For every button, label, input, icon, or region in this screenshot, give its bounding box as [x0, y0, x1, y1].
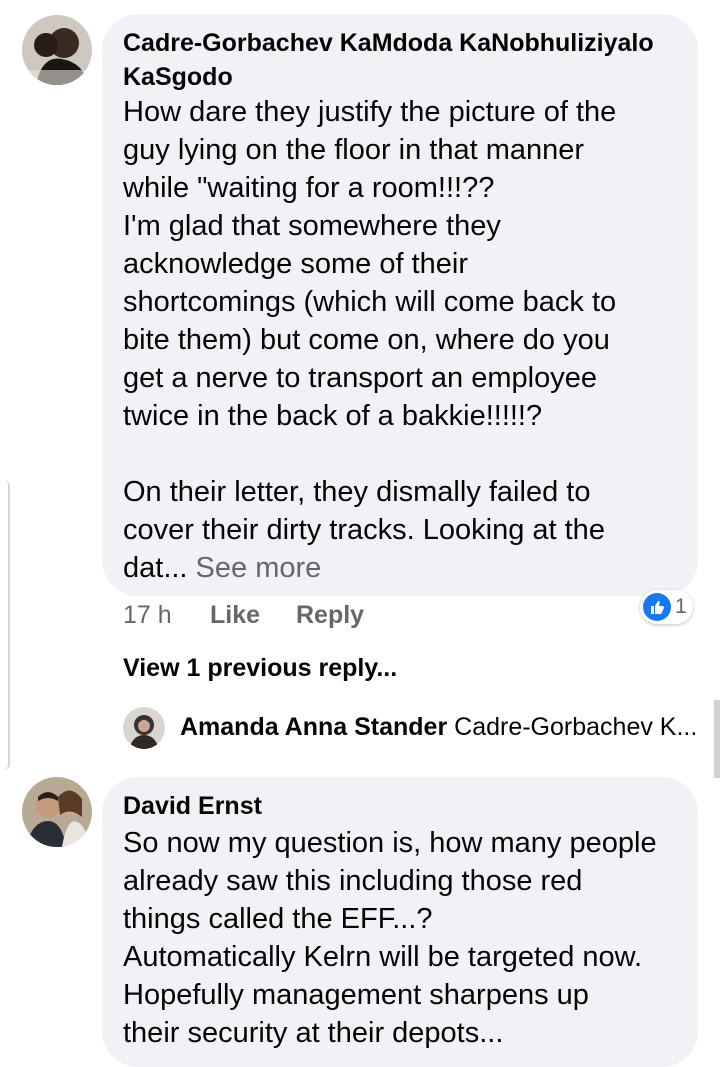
comment-timestamp[interactable]: 17 h	[123, 601, 172, 630]
scrollbar-edge[interactable]	[714, 700, 720, 778]
left-panel-edge	[0, 480, 10, 770]
reply-avatar[interactable]	[123, 707, 165, 749]
view-previous-replies-link[interactable]: View 1 previous reply...	[123, 654, 397, 683]
comment-text: So now my question is, how many people a…	[123, 827, 657, 1049]
comment-text: How dare they justify the picture of the…	[123, 93, 693, 587]
avatar[interactable]	[22, 15, 92, 85]
reply-author[interactable]: Amanda Anna Stander	[180, 713, 447, 741]
comment-author[interactable]: Cadre-Gorbachev KaMdoda KaNobhuliziyalo …	[123, 26, 693, 94]
like-button[interactable]: Like	[210, 601, 260, 630]
reply-preview[interactable]: Amanda Anna Stander Cadre-Gorbachev K...	[180, 713, 697, 742]
reply-text: Cadre-Gorbachev K...	[454, 713, 698, 741]
reaction-count-badge[interactable]: 1	[640, 590, 693, 624]
see-more-link[interactable]: See more	[196, 552, 322, 584]
like-icon	[643, 593, 671, 621]
avatar[interactable]	[22, 777, 92, 847]
reaction-count: 1	[675, 595, 687, 618]
comment-text-body: How dare they justify the picture of the…	[123, 96, 617, 584]
comment-author[interactable]: David Ernst	[123, 789, 262, 823]
reply-button[interactable]: Reply	[296, 601, 364, 630]
